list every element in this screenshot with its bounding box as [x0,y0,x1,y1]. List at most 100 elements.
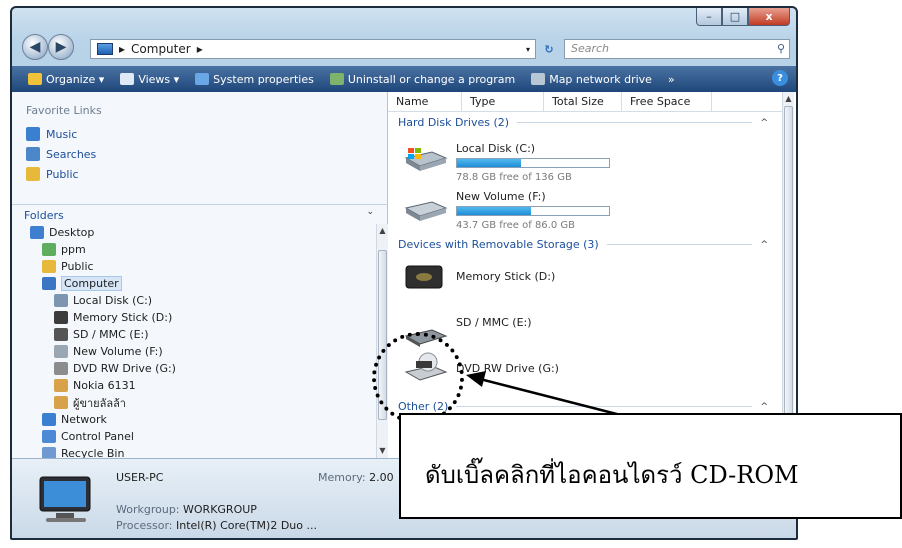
close-button[interactable]: x [748,8,790,26]
folder-tree-item[interactable]: Control Panel [12,428,378,445]
uninstall-program-button[interactable]: Uninstall or change a program [324,71,521,88]
scroll-up-arrow[interactable]: ▲ [783,92,794,106]
folder-tree-item[interactable]: Memory Stick (D:) [12,309,378,326]
column-total-size[interactable]: Total Size [544,92,622,112]
recycle-bin-icon [42,447,56,458]
user-folder-icon [42,243,56,256]
folder-tree-item[interactable]: Desktop [12,224,378,241]
back-button[interactable]: ◀ [22,34,48,60]
drive-usage-bar [456,158,610,168]
scrollbar-thumb[interactable] [784,106,793,422]
desktop-icon [30,226,44,239]
network-icon [42,413,56,426]
favorite-link-music[interactable]: Music [26,124,96,144]
computer-monitor-icon [39,476,91,522]
maximize-button[interactable]: □ [722,8,748,26]
content-scrollbar[interactable]: ▲ ▼ [782,92,794,458]
group-hard-disk-drives[interactable]: Hard Disk Drives (2) ^ [398,116,768,129]
collapse-icon[interactable]: ^ [760,118,768,128]
searches-icon [26,147,40,161]
computer-icon [42,277,56,290]
organize-button[interactable]: Organize ▾ [22,71,110,88]
address-row: ◀ ▶ ▸ Computer ▸ ▾ ↻ Search ⚲ [12,30,796,64]
hard-disk-icon [54,345,68,358]
chevron-down-icon[interactable]: ⌄ [366,207,374,217]
search-icon[interactable]: ⚲ [777,42,785,55]
workgroup-info: Workgroup: WORKGROUP [116,503,257,516]
group-removable-storage[interactable]: Devices with Removable Storage (3) ^ [398,238,768,251]
more-commands-button[interactable]: » [662,71,681,88]
hard-disk-icon [54,294,68,307]
folder-tree: Desktop ppm Public Computer Local Disk (C:) M… [12,224,378,458]
instruction-text: ดับเบิ๊ลคลิกที่ไอคอนไดรว์ CD-ROM [425,461,799,489]
search-input[interactable]: Search ⚲ [564,39,790,59]
computer-name: USER-PC [116,471,164,484]
memory-stick-icon [405,265,443,289]
scroll-down-arrow[interactable]: ▼ [377,444,388,458]
title-bar[interactable]: – □ x [12,8,796,30]
column-type[interactable]: Type [462,92,544,112]
minimize-button[interactable]: – [696,8,722,26]
phone-icon [54,379,68,392]
drive-usage-fill [457,207,532,215]
collapse-icon[interactable]: ^ [760,240,768,250]
folder-tree-scrollbar[interactable]: ▲ ▼ [376,224,388,458]
favorite-link-searches[interactable]: Searches [26,144,96,164]
network-drive-icon [531,73,546,85]
views-button[interactable]: Views ▾ [114,71,185,88]
column-free-space[interactable]: Free Space [622,92,712,112]
views-icon [120,73,135,85]
help-icon[interactable]: ? [772,70,788,86]
folder-tree-item[interactable]: SD / MMC (E:) [12,326,378,343]
favorite-links-list: Music Searches Public [26,124,96,184]
navigation-pane: Favorite Links Music Searches Public Fol… [12,92,388,458]
folder-tree-item[interactable]: Network [12,411,378,428]
public-folder-icon [26,167,40,181]
system-properties-icon [195,73,210,85]
breadcrumb-computer[interactable]: Computer [131,42,191,56]
map-network-drive-button[interactable]: Map network drive [525,71,658,88]
favorite-link-public[interactable]: Public [26,164,96,184]
collapse-icon[interactable]: ^ [760,402,768,412]
control-panel-icon [42,430,56,443]
folder-icon [42,260,56,273]
music-icon [26,127,40,141]
hard-disk-icon [404,148,448,171]
folder-tree-item[interactable]: Public [12,258,378,275]
address-bar[interactable]: ▸ Computer ▸ ▾ [90,39,536,59]
refresh-icon[interactable]: ↻ [538,39,560,59]
command-bar: Organize ▾ Views ▾ System properties Uni… [12,66,796,92]
folders-header[interactable]: Folders ⌄ [12,204,388,224]
folder-tree-item[interactable]: Local Disk (C:) [12,292,378,309]
drive-usage-bar [456,206,610,216]
folder-tree-item[interactable]: Computer [12,275,378,292]
folder-tree-item[interactable]: DVD RW Drive (G:) [12,360,378,377]
folder-tree-item[interactable]: Nokia 6131 [12,377,378,394]
hard-disk-icon [404,201,448,221]
dvd-drive-icon [54,362,68,375]
folder-tree-item[interactable]: ppm [12,241,378,258]
memory-info: Memory: 2.00 [318,471,394,484]
sd-card-icon [54,328,68,341]
scroll-up-arrow[interactable]: ▲ [377,224,388,238]
breadcrumb-separator[interactable]: ▸ [119,42,125,56]
forward-arrow-icon: ▶ [55,39,67,55]
computer-icon [97,43,113,55]
system-properties-button[interactable]: System properties [189,71,320,88]
folder-tree-item[interactable]: ผู้ขายลัลล้า [12,394,378,411]
user-folder-icon [54,396,68,409]
column-name[interactable]: Name [388,92,462,112]
folder-tree-item[interactable]: Recycle Bin [12,445,378,458]
drive-usage-fill [457,159,521,167]
address-dropdown-icon[interactable]: ▾ [521,45,535,54]
organize-icon [28,73,42,85]
uninstall-icon [329,73,344,85]
instruction-callout: ดับเบิ๊ลคลิกที่ไอคอนไดรว์ CD-ROM [399,413,902,519]
breadcrumb-separator[interactable]: ▸ [197,42,203,56]
memory-stick-icon [54,311,68,324]
highlight-circle [372,332,464,424]
column-headers: Name Type Total Size Free Space [388,92,782,112]
favorite-links-header: Favorite Links [26,104,102,117]
folder-tree-item[interactable]: New Volume (F:) [12,343,378,360]
forward-button[interactable]: ▶ [48,34,74,60]
